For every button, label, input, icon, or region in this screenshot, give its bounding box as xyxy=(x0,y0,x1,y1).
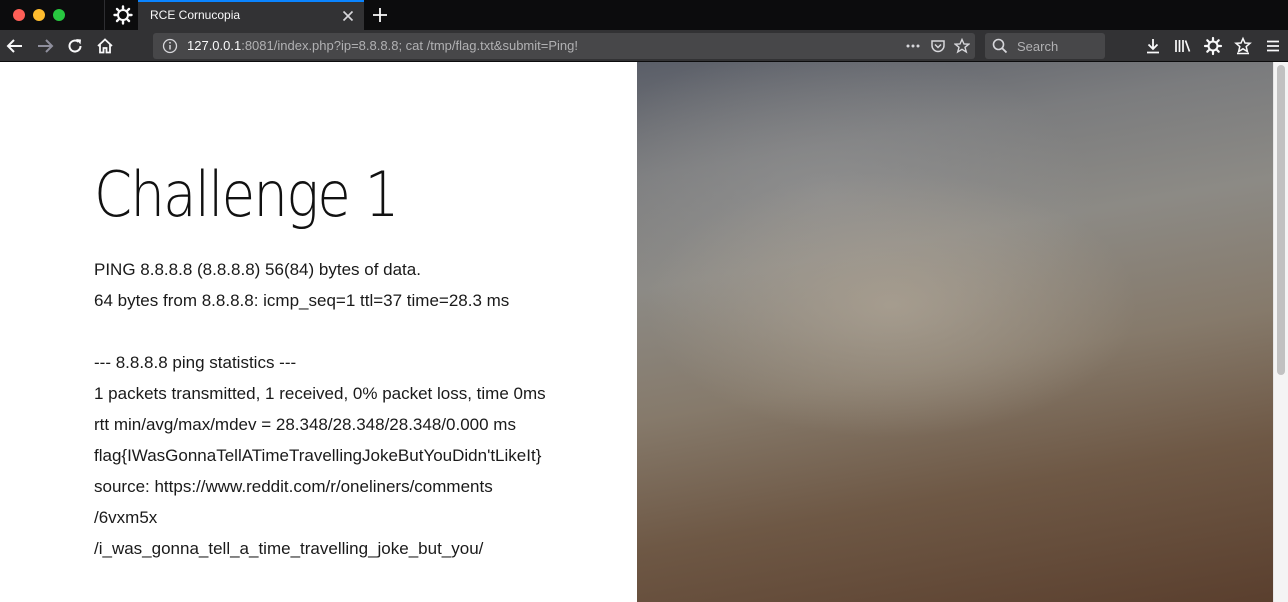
tab-title: RCE Cornucopia xyxy=(150,8,241,22)
more-actions-icon[interactable] xyxy=(905,38,921,54)
reload-icon[interactable] xyxy=(65,36,85,56)
scrollbar[interactable] xyxy=(1273,62,1288,602)
back-icon[interactable] xyxy=(5,36,25,56)
extension-icon[interactable] xyxy=(1233,36,1253,56)
new-tab-icon[interactable] xyxy=(370,5,390,25)
scrollbar-thumb[interactable] xyxy=(1277,65,1285,375)
output-line: --- 8.8.8.8 ping statistics --- xyxy=(94,353,297,372)
address-bar[interactable]: 127.0.0.1:8081/index.php?ip=8.8.8.8; cat… xyxy=(153,33,975,59)
maximize-window-button[interactable] xyxy=(53,9,65,21)
minimize-window-button[interactable] xyxy=(33,9,45,21)
url-path: :8081/index.php?ip=8.8.8.8; cat /tmp/fla… xyxy=(241,38,578,53)
downloads-icon[interactable] xyxy=(1143,36,1163,56)
page-viewport: Challenge 1 PING 8.8.8.8 (8.8.8.8) 56(84… xyxy=(0,62,1288,602)
output-line: 64 bytes from 8.8.8.8: icmp_seq=1 ttl=37… xyxy=(94,291,510,310)
info-icon[interactable] xyxy=(162,38,178,54)
tab-divider xyxy=(104,0,105,30)
search-icon xyxy=(992,38,1008,54)
output-line: /6vxm5x xyxy=(94,508,158,527)
output-line: rtt min/avg/max/mdev = 28.348/28.348/28.… xyxy=(94,415,516,434)
ping-output: PING 8.8.8.8 (8.8.8.8) 56(84) bytes of d… xyxy=(94,254,614,564)
menu-icon[interactable] xyxy=(1263,36,1283,56)
settings-gear-icon[interactable] xyxy=(1203,36,1223,56)
output-line: 1 packets transmitted, 1 received, 0% pa… xyxy=(94,384,546,403)
close-tab-icon[interactable] xyxy=(340,8,356,24)
tab-strip: RCE Cornucopia xyxy=(0,0,1288,30)
search-placeholder: Search xyxy=(1017,39,1059,54)
output-line: flag{IWasGonnaTellATimeTravellingJokeBut… xyxy=(94,446,542,465)
forward-icon[interactable] xyxy=(35,36,55,56)
pocket-icon[interactable] xyxy=(930,38,946,54)
output-line: PING 8.8.8.8 (8.8.8.8) 56(84) bytes of d… xyxy=(94,260,421,279)
output-line: /i_was_gonna_tell_a_time_travelling_joke… xyxy=(94,539,484,558)
output-line: source: https://www.reddit.com/r/oneline… xyxy=(94,477,493,496)
navigation-toolbar: 127.0.0.1:8081/index.php?ip=8.8.8.8; cat… xyxy=(0,30,1288,62)
close-window-button[interactable] xyxy=(13,9,25,21)
library-icon[interactable] xyxy=(1173,36,1193,56)
gear-icon[interactable] xyxy=(113,5,133,25)
home-icon[interactable] xyxy=(95,36,115,56)
background-image xyxy=(637,62,1273,602)
page-title: Challenge 1 xyxy=(94,158,399,231)
url-text[interactable]: 127.0.0.1:8081/index.php?ip=8.8.8.8; cat… xyxy=(187,38,578,53)
url-host: 127.0.0.1 xyxy=(187,38,242,53)
tab-active[interactable]: RCE Cornucopia xyxy=(138,0,364,30)
search-box[interactable]: Search xyxy=(985,33,1105,59)
bookmark-star-icon[interactable] xyxy=(954,38,970,54)
